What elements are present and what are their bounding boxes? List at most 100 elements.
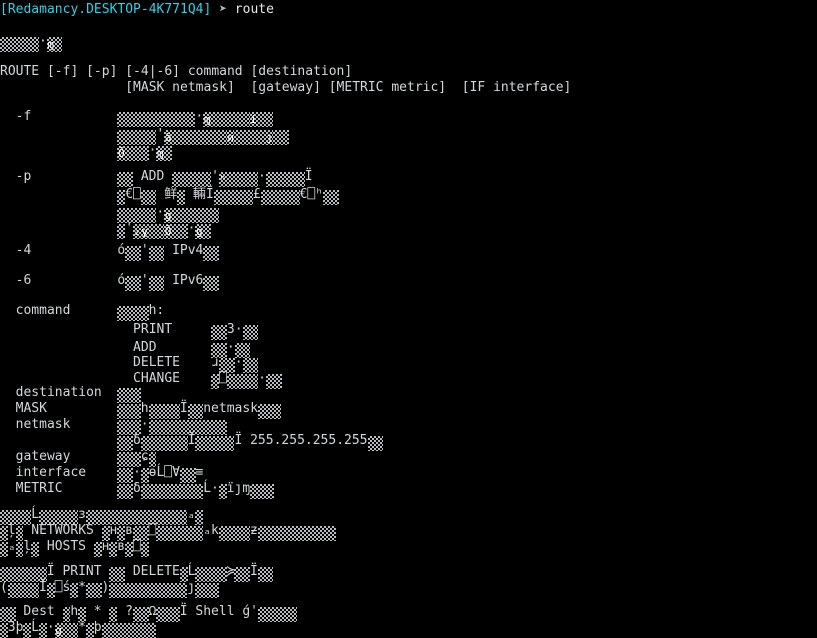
text-run: Ï <box>187 433 196 448</box>
text-run: -4 <box>0 243 118 258</box>
missing-glyph-box <box>70 583 79 598</box>
text-run: н <box>101 539 110 554</box>
text-run: route <box>226 2 274 17</box>
text-run: IPv6 <box>164 273 204 288</box>
missing-glyph-box: Ō <box>117 146 126 161</box>
text-run: ' <box>156 127 165 142</box>
text-run: h <box>70 604 79 619</box>
terminal-window[interactable]: [Redamancy.DESKTOP-4K771Q4] ➤ route ·ɱ ROU… <box>0 0 817 638</box>
missing-glyph-box <box>226 374 259 389</box>
text-run <box>0 205 117 220</box>
text-run: ļ <box>23 539 32 554</box>
text-run: Ĺ <box>31 507 40 522</box>
text-run <box>0 187 117 202</box>
text-run: ' <box>140 243 149 258</box>
terminal-line: Ō ·ɱ <box>0 141 173 161</box>
missing-glyph-box <box>117 224 126 239</box>
text-run: -p <box>0 169 118 184</box>
text-run: ≡ <box>195 465 204 480</box>
text-run: ȷ <box>187 580 196 595</box>
missing-glyph-box <box>0 623 8 638</box>
text-run: command <box>0 303 118 318</box>
missing-glyph-box <box>367 436 384 451</box>
missing-glyph-box <box>148 246 165 261</box>
missing-glyph-box: g <box>54 623 63 638</box>
missing-glyph-box <box>85 583 102 598</box>
missing-glyph-box <box>117 484 133 499</box>
text-run: -f <box>0 109 118 124</box>
text-run: * <box>78 580 86 595</box>
text-run: · <box>39 34 47 49</box>
missing-glyph-box <box>257 526 336 541</box>
missing-glyph-box <box>7 583 40 598</box>
terminal-line: [MASK netmask] [gateway] [METRIC metric]… <box>0 78 571 98</box>
text-run: ₐ <box>187 507 196 522</box>
missing-glyph-box <box>23 623 32 638</box>
text-run: HOSTS <box>39 539 94 554</box>
text-run: ɵĹ⎕Ɐ <box>148 465 180 480</box>
terminal-line: PRINT 3· <box>0 320 259 340</box>
text-run: interface <box>0 465 118 480</box>
text-run: · <box>156 205 165 220</box>
terminal-line: command h: <box>0 301 164 321</box>
text-run: destination <box>0 385 118 400</box>
text-run: IPv4 <box>164 243 204 258</box>
text-run: ɕ <box>140 449 149 464</box>
text-run: ' <box>125 221 134 236</box>
missing-glyph-box <box>31 542 40 557</box>
missing-glyph-box <box>218 526 251 541</box>
text-run: ROUTE [-f] [-p] [-4|-6] command [destina… <box>0 64 353 79</box>
text-run: PRINT <box>0 322 212 337</box>
text-run: н <box>109 523 118 538</box>
text-run: €⎕ <box>125 187 141 202</box>
text-run: δ <box>133 433 141 448</box>
text-run: 輛Ï <box>185 187 214 202</box>
missing-glyph-box <box>62 623 79 638</box>
missing-glyph-box: ȷ <box>265 130 274 145</box>
text-run: NETWORKS <box>23 523 102 538</box>
missing-glyph-box <box>195 436 235 451</box>
missing-glyph-box <box>148 276 165 291</box>
missing-glyph-box <box>101 623 157 638</box>
terminal-line: -6 ó ' IPv6 <box>0 271 219 291</box>
text-run: δ <box>133 481 141 496</box>
text-run: Ï <box>39 580 47 595</box>
terminal-line: (Ï ⎕ś *) ȷ <box>0 578 219 598</box>
missing-glyph-box: ₂ <box>133 224 141 239</box>
missing-glyph-box: g <box>195 224 204 239</box>
missing-glyph-box <box>125 246 141 261</box>
text-run: * <box>85 604 110 619</box>
text-run: · <box>140 417 149 432</box>
text-run: Ĺ <box>31 620 40 635</box>
text-run: Ĺ· <box>203 481 219 496</box>
missing-glyph-box <box>234 567 251 582</box>
terminal-line: ·ɱ <box>0 32 63 52</box>
text-run: 3þ <box>7 620 24 635</box>
text-run: DELETE <box>125 564 180 579</box>
missing-glyph-box <box>0 542 8 557</box>
missing-glyph-box <box>140 542 149 557</box>
text-run: -6 <box>0 273 118 288</box>
text-run: ļ <box>7 523 16 538</box>
text-run: ƶ <box>250 523 258 538</box>
text-run <box>211 2 219 17</box>
text-run: €⎕ʰ <box>299 187 324 202</box>
text-run: ⎕ <box>219 371 227 386</box>
text-run <box>0 127 117 142</box>
text-run: ó <box>117 273 126 288</box>
missing-glyph-box <box>203 246 219 261</box>
text-run: · <box>257 169 266 184</box>
missing-glyph-box <box>164 146 173 161</box>
missing-glyph-box <box>39 623 47 638</box>
missing-glyph-box <box>195 583 219 598</box>
missing-glyph-box <box>109 583 188 598</box>
text-run: ( <box>0 580 8 595</box>
text-run: в <box>125 523 133 538</box>
terminal-line: '₂ỵ Ō ·g <box>0 219 212 239</box>
terminal-line: €⎕ 鲜 輛Ï £ €⎕ʰ <box>0 185 339 205</box>
text-run: 3· <box>226 322 243 337</box>
missing-glyph-box <box>85 623 94 638</box>
missing-glyph-box <box>125 542 133 557</box>
missing-glyph-box <box>260 190 300 205</box>
missing-glyph-box <box>172 224 188 239</box>
